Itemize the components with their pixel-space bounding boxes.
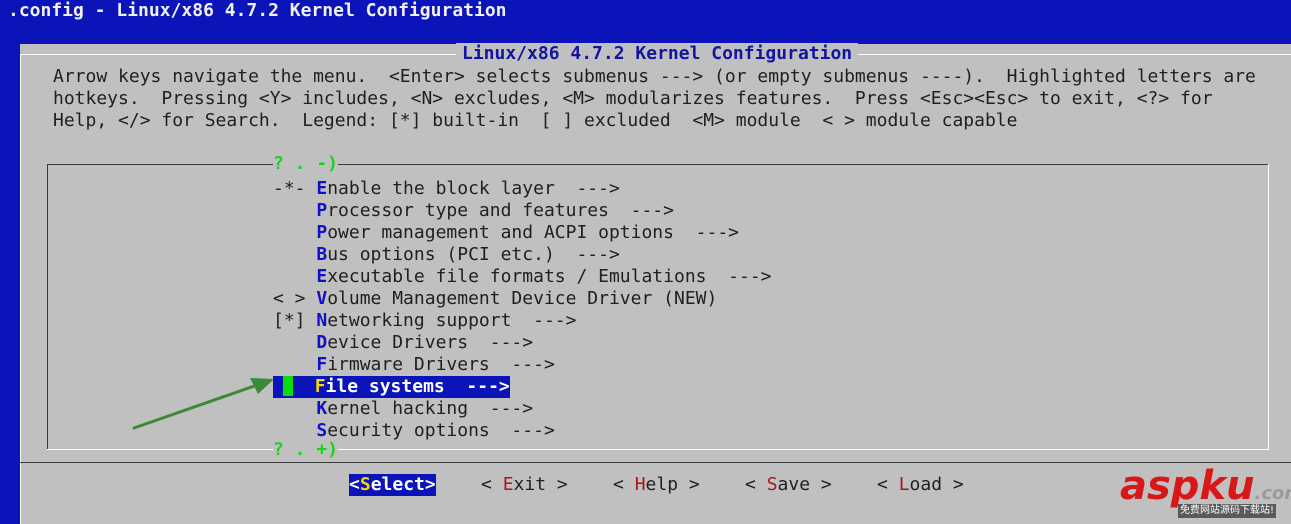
watermark-logo: aspku.com 免费网站源码下载站! [1120,463,1291,522]
menu-item[interactable]: < > Volume Management Device Driver (NEW… [273,288,717,310]
watermark-tld: .com [1254,483,1291,504]
button-rest: oad [909,474,943,495]
watermark-tagline: 免费网站源码下载站! [1178,504,1277,518]
exit-button[interactable]: < Exit > [481,474,568,496]
menu-item[interactable]: Device Drivers ---> [273,332,533,354]
menu-item-hotkey: F [314,376,326,397]
menu-item-label: evice Drivers ---> [327,332,534,353]
button-close: > [424,474,436,495]
menu-item-hotkey: P [316,200,328,221]
dialog-separator [20,462,1291,463]
button-open: < [613,474,635,495]
help-button[interactable]: < Help > [613,474,700,496]
button-hotkey: E [502,474,514,495]
help-line: Arrow keys navigate the menu. <Enter> se… [53,66,1256,87]
button-rest: elp [645,474,679,495]
menu-item-label: nable the block layer ---> [327,178,620,199]
button-bar: <Select> < Exit > < Help > < Save > < Load > [20,474,1291,498]
button-rest: ave [777,474,811,495]
menu-item-hotkey: N [316,310,328,331]
help-line: hotkeys. Pressing <Y> includes, <N> excl… [53,88,1213,109]
menu-item-label: olume Management Device Driver (NEW) [327,288,718,309]
menu-item-label: us options (PCI etc.) ---> [327,244,620,265]
button-open: < [745,474,767,495]
menu-frame-right [1268,164,1269,450]
select-button[interactable]: <Select> [349,474,436,496]
button-close: > [942,474,964,495]
menu-item-prefix [273,200,316,221]
save-button[interactable]: < Save > [745,474,832,496]
menu-item[interactable]: Firmware Drivers ---> [273,354,555,376]
menu-item-hotkey: B [316,244,328,265]
menu-item[interactable]: Kernel hacking ---> [273,398,533,420]
menu-item-label: ower management and ACPI options ---> [327,222,740,243]
menu-item[interactable]: [*] Networking support ---> [273,310,576,332]
menu-item[interactable]: Processor type and features ---> [273,200,674,222]
menu-item[interactable]: Executable file formats / Emulations ---… [273,266,772,288]
menu-item-label: irmware Drivers ---> [327,354,555,375]
menu-item-label: rocessor type and features ---> [327,200,674,221]
menu-frame-left [47,164,48,450]
menu-item[interactable]: Bus options (PCI etc.) ---> [273,244,620,266]
load-button[interactable]: < Load > [877,474,964,496]
menu-item-hotkey: S [316,420,328,441]
help-text: Arrow keys navigate the menu. <Enter> se… [53,66,1256,132]
scroll-down-hint: ? . +) [273,439,339,461]
menu-item-label: ecurity options ---> [327,420,555,441]
dialog-frame-left [20,54,21,524]
menu-item-prefix [273,222,316,243]
cursor-block [283,376,293,396]
menu-item-prefix: [*] [273,310,317,331]
menu-item-prefix: < > [273,288,317,309]
button-open: < [349,474,360,495]
button-hotkey: S [766,474,778,495]
scroll-up-hint: ? . -) [273,153,339,175]
menu-item[interactable]: Power management and ACPI options ---> [273,222,739,244]
button-hotkey: H [634,474,646,495]
menu-item-hotkey: E [316,178,328,199]
help-line: Help, </> for Search. Legend: [*] built-… [53,110,1018,131]
menu-item[interactable]: -*- Enable the block layer ---> [273,178,620,200]
menu-item-hotkey: P [316,222,328,243]
menu-item-prefix [273,332,316,353]
button-rest: elect [370,474,425,495]
menu-item-label: ile systems ---> [325,376,510,397]
button-close: > [546,474,568,495]
menu-item-hotkey: V [316,288,328,309]
button-rest: xit [513,474,547,495]
window-title: .config - Linux/x86 4.7.2 Kernel Configu… [8,0,507,21]
button-close: > [810,474,832,495]
menu-item-hotkey: K [316,398,328,419]
menu-item-prefix [273,244,316,265]
menu-frame-top [47,164,1269,165]
kernel-config-dialog: Linux/x86 4.7.2 Kernel Configuration Arr… [20,43,1291,524]
annotation-arrow [132,378,274,430]
button-close: > [678,474,700,495]
menu-item-hotkey: F [316,354,328,375]
menu-item-label: xecutable file formats / Emulations ---> [327,266,772,287]
dialog-title: Linux/x86 4.7.2 Kernel Configuration [456,43,859,65]
button-open: < [877,474,899,495]
menu-frame-bottom [47,449,1269,450]
menu-item-prefix: -*- [273,178,317,199]
menu-item-label: etworking support ---> [327,310,577,331]
menu-item-prefix [273,266,316,287]
menu-item[interactable]: File systems ---> [273,376,510,398]
menu-item-hotkey: D [316,332,328,353]
menu-item-padding [293,376,315,397]
watermark-brand: aspku [1120,463,1255,509]
button-hotkey: S [359,474,371,495]
menu-item-hotkey: E [316,266,328,287]
menu-item-label: ernel hacking ---> [327,398,534,419]
button-open: < [481,474,503,495]
button-hotkey: L [898,474,910,495]
